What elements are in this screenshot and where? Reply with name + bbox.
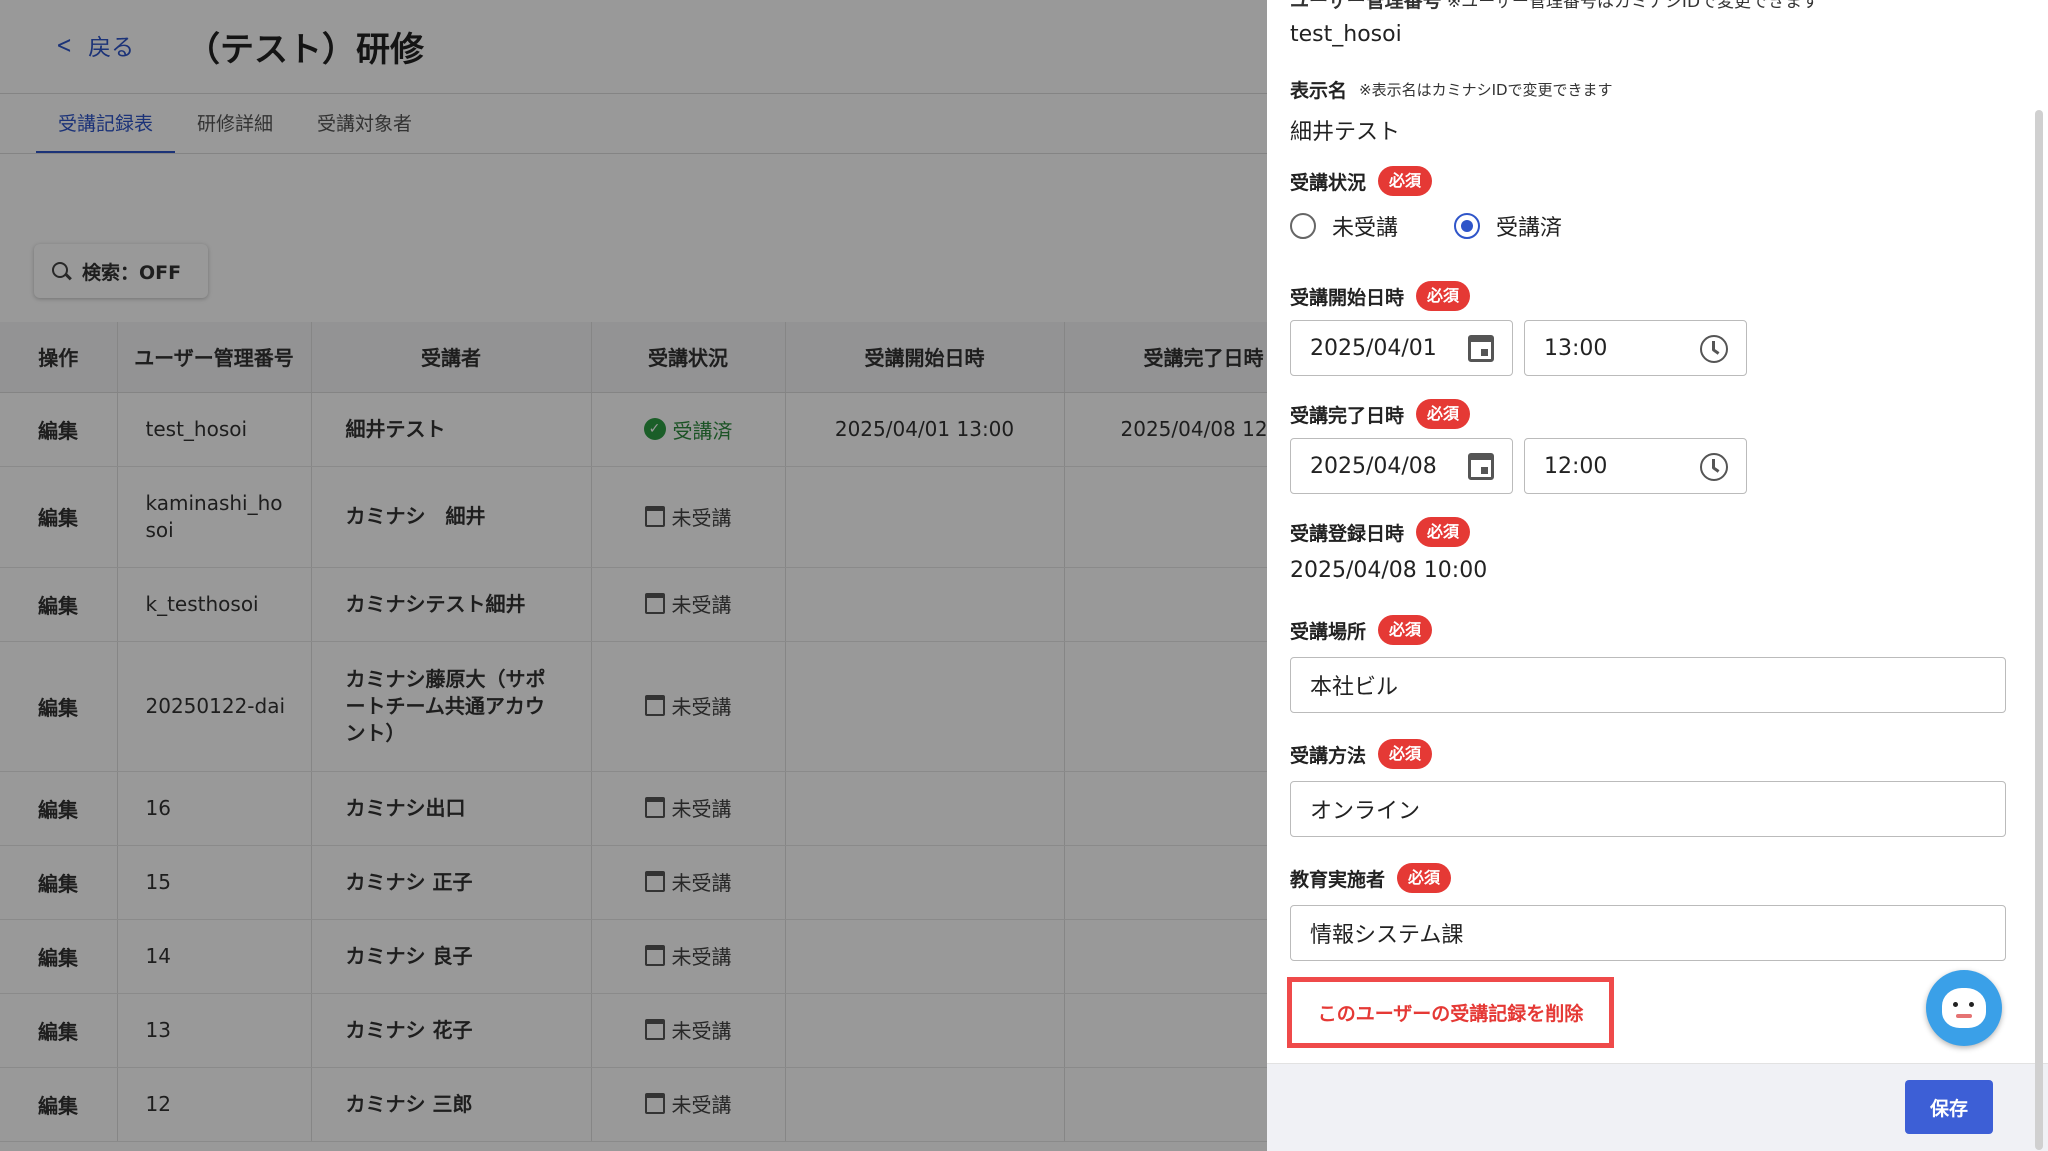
- clock-icon[interactable]: [1700, 335, 1728, 363]
- end-time-value: 12:00: [1544, 453, 1608, 479]
- calendar-icon[interactable]: [1468, 453, 1494, 480]
- start-date-value: 2025/04/01: [1310, 335, 1437, 361]
- status-radio-group: 未受講 受講済: [1290, 210, 1562, 242]
- display-name-note: ※表示名はカミナシIDで変更できます: [1359, 81, 1613, 99]
- method-input[interactable]: オンライン: [1290, 781, 2006, 837]
- mascot-face: [1942, 988, 1986, 1028]
- radio-attended[interactable]: [1454, 213, 1481, 239]
- instructor-field-label: 教育実施者 必須: [1290, 863, 1452, 893]
- display-name-field-label: 表示名 ※表示名はカミナシIDで変更できます: [1290, 76, 1613, 103]
- end-label: 受講完了日時: [1290, 404, 1405, 427]
- required-badge: 必須: [1378, 615, 1433, 645]
- start-time-input[interactable]: 13:00: [1524, 320, 1747, 376]
- display-name-label: 表示名: [1290, 80, 1348, 102]
- delete-record-button[interactable]: このユーザーの受講記録を削除: [1318, 999, 1584, 1026]
- place-field-label: 受講場所 必須: [1290, 615, 1433, 645]
- required-badge: 必須: [1378, 739, 1433, 769]
- start-date-input[interactable]: 2025/04/01: [1290, 320, 1513, 376]
- registered-value: 2025/04/08 10:00: [1290, 558, 1488, 583]
- registered-label: 受講登録日時: [1290, 522, 1405, 545]
- place-value: 本社ビル: [1310, 675, 1399, 700]
- drawer-scrollbar[interactable]: [2035, 110, 2043, 1150]
- start-label: 受講開始日時: [1290, 286, 1405, 309]
- save-button[interactable]: 保存: [1905, 1080, 1993, 1134]
- start-field-label: 受講開始日時 必須: [1290, 281, 1471, 311]
- radio-not-attended[interactable]: [1290, 213, 1316, 239]
- status-field-label: 受講状況 必須: [1290, 166, 1433, 196]
- radio-attended-label[interactable]: 受講済: [1496, 210, 1562, 242]
- end-date-input[interactable]: 2025/04/08: [1290, 438, 1513, 494]
- user-id-note: ※ユーザー管理番号はカミナシIDで変更できます: [1447, 0, 1820, 12]
- end-date-value: 2025/04/08: [1310, 453, 1437, 479]
- method-value: オンライン: [1310, 799, 1421, 824]
- drawer-footer: 保存: [1267, 1063, 2048, 1151]
- required-badge: 必須: [1397, 863, 1452, 893]
- required-badge: 必須: [1416, 399, 1471, 429]
- place-input[interactable]: 本社ビル: [1290, 657, 2006, 713]
- status-label: 受講状況: [1290, 171, 1367, 194]
- radio-not-attended-label[interactable]: 未受講: [1332, 210, 1398, 242]
- calendar-icon[interactable]: [1468, 335, 1494, 362]
- required-badge: 必須: [1378, 166, 1433, 196]
- instructor-input[interactable]: 情報システム課: [1290, 905, 2006, 961]
- display-name-value: 細井テスト: [1290, 120, 1401, 145]
- method-label: 受講方法: [1290, 744, 1367, 767]
- delete-highlight-frame: このユーザーの受講記録を削除: [1287, 977, 1614, 1048]
- instructor-label: 教育実施者: [1290, 868, 1386, 891]
- edit-record-drawer: ユーザー管理番号 ※ユーザー管理番号はカミナシIDで変更できます test_ho…: [1267, 0, 2048, 1151]
- start-time-value: 13:00: [1544, 335, 1608, 361]
- required-badge: 必須: [1416, 517, 1471, 547]
- method-field-label: 受講方法 必須: [1290, 739, 1433, 769]
- clock-icon[interactable]: [1700, 453, 1728, 481]
- user-id-field-header: ユーザー管理番号 ※ユーザー管理番号はカミナシIDで変更できます: [1290, 0, 1819, 13]
- modal-backdrop[interactable]: [0, 0, 1267, 1151]
- end-field-label: 受講完了日時 必須: [1290, 399, 1471, 429]
- required-badge: 必須: [1416, 281, 1471, 311]
- place-label: 受講場所: [1290, 620, 1367, 643]
- user-id-value: test_hosoi: [1290, 22, 1402, 47]
- registered-field-label: 受講登録日時 必須: [1290, 517, 1471, 547]
- instructor-value: 情報システム課: [1310, 923, 1464, 948]
- chat-assistant-mascot-icon[interactable]: [1926, 970, 2002, 1046]
- user-id-label: ユーザー管理番号: [1290, 0, 1442, 12]
- end-time-input[interactable]: 12:00: [1524, 438, 1747, 494]
